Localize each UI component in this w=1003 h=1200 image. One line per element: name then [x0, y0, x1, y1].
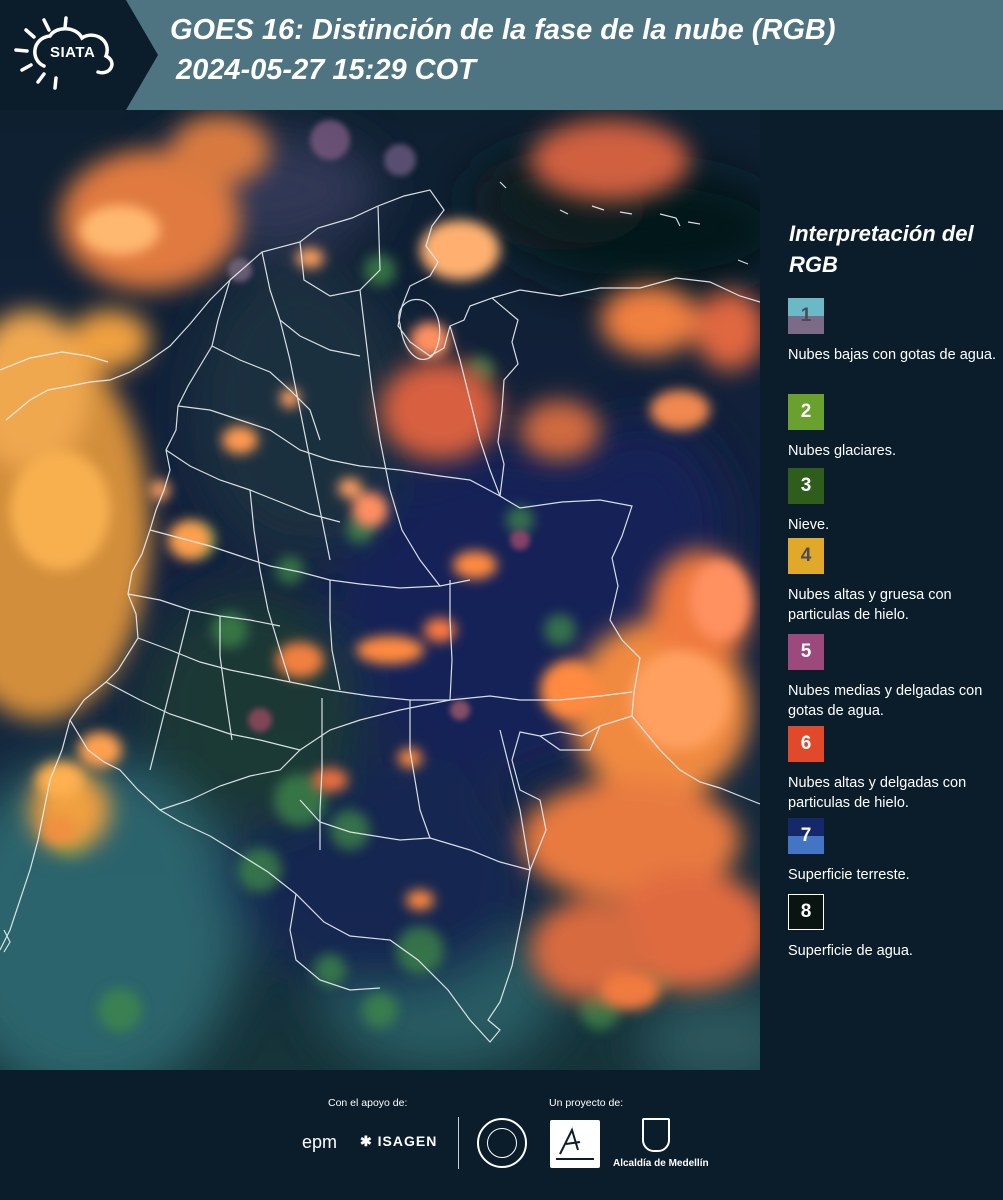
legend-label: Superficie de agua.: [788, 943, 913, 959]
legend-swatch-6: 6: [788, 726, 824, 762]
legend-label: Superficie terreste.: [788, 867, 910, 883]
legend-label: Nubes medias y delgadas con gotas de agu…: [788, 683, 983, 719]
alcaldia-text: Alcaldía de Medellín: [613, 1158, 709, 1169]
legend-number: 4: [800, 545, 812, 566]
area-metropolitana-mark: [556, 1127, 594, 1160]
legend-item-6: 6 Nubes altas y delgadas con particulas …: [788, 726, 1000, 813]
legend-item-5: 5 Nubes medias y delgadas con gotas de a…: [788, 634, 1000, 721]
siata-logo-text: SIATA: [50, 44, 96, 61]
header: SIATA GOES 16: Distinción de la fase de …: [0, 0, 1003, 110]
legend-swatch-5: 5: [788, 634, 824, 670]
legend-number: 1: [800, 305, 812, 326]
legend-swatch-7: 7: [788, 818, 824, 854]
satellite-map: [0, 110, 760, 1070]
area-metropolitana-logo-icon: [550, 1120, 600, 1168]
legend-number: 6: [800, 733, 812, 754]
legend-swatch-3: 3: [788, 468, 824, 504]
support-label: Con el apoyo de:: [328, 1097, 408, 1109]
seal-icon: [477, 1118, 527, 1168]
legend-swatch-1: 1: [788, 298, 824, 334]
legend-swatch-8: 8: [788, 894, 824, 930]
legend-item-4: 4 Nubes altas y gruesa con particulas de…: [788, 538, 1000, 625]
legend-number: 7: [800, 825, 812, 846]
isagen-mark-icon: ✱: [360, 1133, 373, 1149]
legend-title: Interpretación del RGB: [789, 221, 974, 277]
legend-label: Nubes altas y delgadas con particulas de…: [788, 775, 967, 811]
legend-swatch-4: 4: [788, 538, 824, 574]
timestamp: 2024-05-27 15:29 COT: [176, 54, 476, 86]
legend-item-2: 2 Nubes glaciares.: [788, 394, 1000, 461]
legend-item-1: 1 Nubes bajas con gotas de agua.: [788, 298, 1000, 365]
legend-number: 5: [800, 641, 812, 662]
satellite-image: [0, 110, 760, 1070]
project-label: Un proyecto de:: [549, 1097, 624, 1109]
legend-item-7: 7 Superficie terreste.: [788, 818, 1000, 885]
legend-item-3: 3 Nieve.: [788, 468, 1000, 535]
isagen-text: ISAGEN: [377, 1133, 438, 1149]
legend-label: Nieve.: [788, 517, 830, 533]
footer-divider: [458, 1117, 459, 1169]
legend-swatch-2: 2: [788, 394, 824, 430]
legend-item-8: 8 Superficie de agua.: [788, 894, 1000, 961]
legend-panel: Interpretación del RGB 1 Nubes bajas con…: [760, 110, 1003, 1070]
isagen-logo-icon: ✱ ISAGEN: [360, 1133, 437, 1150]
siata-logo: SIATA: [0, 0, 158, 110]
legend-number: 8: [800, 901, 812, 922]
legend-label: Nubes bajas con gotas de agua.: [788, 347, 996, 363]
legend-number: 2: [800, 401, 812, 422]
legend-label: Nubes glaciares.: [788, 443, 896, 459]
epm-logo-icon: epm: [302, 1132, 338, 1152]
seal-inner: [487, 1128, 517, 1158]
footer: Con el apoyo de: Un proyecto de: epm ✱ I…: [0, 1070, 1003, 1200]
shield-icon: [642, 1118, 670, 1152]
legend-number: 3: [800, 475, 812, 496]
page-title: GOES 16: Distinción de la fase de la nub…: [170, 14, 836, 46]
legend-label: Nubes altas y gruesa con particulas de h…: [788, 587, 952, 623]
